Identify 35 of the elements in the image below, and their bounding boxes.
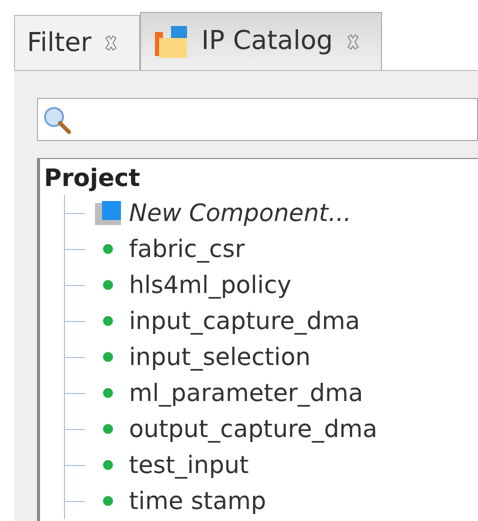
tree-item[interactable]: input_capture_dma	[93, 303, 360, 339]
item-label: ml_parameter_dma	[129, 378, 364, 409]
status-dot-icon	[102, 495, 114, 507]
search-icon	[42, 104, 72, 134]
close-icon[interactable]	[344, 34, 361, 50]
component-icon	[93, 199, 123, 227]
tree-item[interactable]: ml_parameter_dma	[93, 375, 364, 411]
tree-item[interactable]: hls4ml_policy	[93, 267, 292, 303]
status-dot-icon	[102, 387, 114, 399]
tree-item[interactable]: output_capture_dma	[93, 411, 378, 447]
tab[interactable]: IP Catalog	[140, 12, 382, 70]
folder-icon	[153, 24, 190, 60]
tree-item[interactable]: input_selection	[93, 339, 311, 375]
status-dot-icon	[102, 351, 114, 363]
item-label: output_capture_dma	[129, 414, 378, 445]
search-field[interactable]	[37, 98, 478, 141]
tree-item[interactable]: test_input	[93, 447, 249, 483]
status-dot-icon	[102, 423, 114, 435]
item-label: hls4ml_policy	[129, 270, 292, 301]
item-label: test_input	[129, 450, 249, 481]
status-dot-icon	[102, 315, 114, 327]
status-dot-icon	[102, 243, 114, 255]
item-label: New Component...	[129, 198, 352, 229]
close-icon[interactable]	[103, 35, 120, 51]
tab[interactable]: Filter	[14, 15, 140, 70]
item-label: time stamp	[129, 486, 266, 517]
tree-item[interactable]: fabric_csr	[93, 231, 245, 267]
item-label: input_capture_dma	[129, 306, 360, 337]
item-label: fabric_csr	[129, 234, 245, 265]
item-label: input_selection	[129, 342, 311, 373]
status-dot-icon	[102, 459, 114, 471]
tree-item[interactable]: time stamp	[93, 483, 266, 519]
tree-item[interactable]: New Component...	[93, 195, 352, 231]
tree-root-label[interactable]: Project	[44, 161, 478, 195]
status-dot-icon	[102, 279, 114, 291]
